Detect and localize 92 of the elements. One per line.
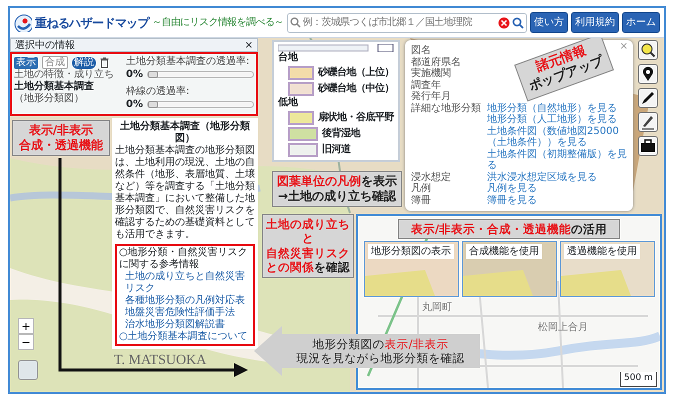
place-label: 松岡上合月 xyxy=(538,320,588,335)
callout-text: 表示/非表示・合成・透過機能 xyxy=(410,222,572,236)
popup-label: 簿冊 xyxy=(411,194,432,206)
popup-link[interactable]: 簿冊を見る xyxy=(487,194,537,206)
logo-icon xyxy=(14,14,32,32)
tool-button[interactable] xyxy=(638,88,658,108)
layer-switch-button[interactable] xyxy=(18,360,38,380)
reference-link[interactable]: ○土地分類基本調査について xyxy=(119,331,251,343)
reference-heading: ○地形分類・自然災害リスクに関する参考情報 xyxy=(119,247,249,270)
description-title: 土地分類基本調査（地形分類図） xyxy=(119,121,251,144)
popup-link[interactable]: 土地条件図（初期整備版）を見る xyxy=(487,148,627,172)
reference-link[interactable]: 地盤災害危険性評価手法 xyxy=(119,307,251,319)
layer-subname: （地形分類図） xyxy=(14,93,85,105)
callout-text: →土地の成り立ち確認 xyxy=(278,189,396,203)
clear-icon xyxy=(498,16,510,28)
slider-reading: 0% xyxy=(126,98,143,112)
composite-button[interactable]: 合成 xyxy=(42,56,68,69)
popup-label: 凡例 xyxy=(411,183,432,194)
description-text: 土地分類基本調査の地形分類図は、土地利用の現況、土地の自然条件（地形、表層地質、土壌など）等を調査する「土地分類基本調査」において整備した地形分類図で、自然災害リスクを確認するための基礎資料としても活用できます。 xyxy=(115,145,255,241)
popup-label: 都道府県名 xyxy=(411,56,462,68)
nav-button[interactable]: 使い方 xyxy=(530,12,568,33)
info-badge[interactable]: 解説 xyxy=(72,56,96,68)
popup-label: 浸水想定 xyxy=(411,172,452,183)
callout-text: 合成・透過機能 xyxy=(19,138,103,152)
tool-button[interactable] xyxy=(638,64,658,84)
popup-label: 詳細な地形分類 xyxy=(411,102,482,116)
pen-icon xyxy=(640,114,656,130)
callout-text: 土地の成り立ちと xyxy=(266,217,350,246)
popup-label: 図名 xyxy=(411,45,432,56)
scale-bar: 500 m xyxy=(620,372,657,386)
tool-button[interactable] xyxy=(638,40,658,60)
thumbnail-label: 合成機能を使用 xyxy=(466,244,542,259)
close-button[interactable]: × xyxy=(244,38,253,52)
callout-text: 地形分類図の xyxy=(312,336,385,351)
slider-thumb[interactable] xyxy=(148,101,158,108)
visible-badge[interactable]: 表示 xyxy=(14,56,38,68)
reference-link[interactable]: 治水地形分類図解説書 xyxy=(119,319,251,331)
popup-label: 発行年月 xyxy=(411,91,452,102)
reference-link[interactable]: 土地の成り立ちと自然災害リスク xyxy=(119,271,251,295)
trash-icon xyxy=(100,57,109,68)
slider-thumb[interactable] xyxy=(148,71,158,78)
callout-text: 図葉単位の凡例 xyxy=(277,174,361,188)
legend-heading: 低地 xyxy=(278,97,299,109)
layer-name: 土地分類基本調査 xyxy=(14,81,95,92)
callout-text: 表示/非表示 xyxy=(28,123,94,137)
callout-text: 現況を見ながら地形分類を確認 xyxy=(296,351,464,365)
layer-category: 土地の特徴・成り立ち xyxy=(14,69,115,80)
place-label: 丸岡町 xyxy=(422,300,452,315)
search-icon xyxy=(512,16,524,28)
legend-heading: 台地 xyxy=(278,52,299,64)
popup-link[interactable]: 土地条件図（数値地図25000（土地条件））を見る xyxy=(487,126,627,148)
slider-track[interactable] xyxy=(146,71,254,78)
tool-button[interactable] xyxy=(638,112,658,132)
map-place-label: T. MATSUOKA xyxy=(114,354,206,368)
legend-label: 後背湿地 xyxy=(322,126,360,141)
legend-label: 扇状地・谷底平野 xyxy=(318,110,394,125)
search-field[interactable]: 例：茨城県つくば市北郷１／国土地理院 xyxy=(286,12,527,32)
slider-track[interactable] xyxy=(146,101,254,108)
popup-link[interactable]: 凡例を見る xyxy=(487,183,537,194)
app-title: 重ねるハザードマップ xyxy=(35,14,150,32)
tool-button[interactable] xyxy=(638,136,658,156)
slider-reading: 0% xyxy=(126,68,143,82)
toolbox-icon xyxy=(640,138,656,154)
popup-label: 調査年 xyxy=(411,80,442,91)
popup-link[interactable]: 地形分類（人工地形）を見る xyxy=(487,114,627,126)
hazard-search-icon xyxy=(640,42,656,58)
zoom-button[interactable]: − xyxy=(18,334,34,350)
map-pin-icon xyxy=(640,66,656,82)
legend-label: 砂礫台地（中位） xyxy=(318,82,394,96)
popup-link[interactable]: 地形分類（自然地形）を見る xyxy=(487,102,627,114)
callout-text: との関係 xyxy=(266,260,314,274)
callout-text: を確認 xyxy=(314,260,350,274)
callout-text: を表示 xyxy=(361,174,397,188)
panel-title: 選択中の情報 xyxy=(15,38,75,52)
slider-label: 土地分類基本調査の透過率: xyxy=(126,56,250,67)
thumbnail-label: 地形分類図の表示 xyxy=(368,244,454,259)
callout-text: 表示/非表示 xyxy=(384,336,448,351)
legend-label: 旧河道 xyxy=(322,142,350,157)
callout-text: の活用 xyxy=(571,222,608,236)
popup-link[interactable]: 洪水浸水想定区域を見る xyxy=(487,172,597,183)
slider-label: 枠線の透過率: xyxy=(126,86,190,97)
callout-text: 自然災害リスク xyxy=(266,246,350,260)
app-subtitle: ～自由にリスク情報を調べる～ xyxy=(152,16,284,30)
nav-button[interactable]: ホーム xyxy=(622,12,660,33)
legend-label: 砂礫台地（上位） xyxy=(318,66,394,80)
zoom-button[interactable]: + xyxy=(18,318,34,334)
reference-link[interactable]: 各種地形分類の凡例対応表 xyxy=(119,295,251,307)
search-icon xyxy=(290,17,301,28)
nav-button[interactable]: 利用規約 xyxy=(571,12,619,33)
popup-label: 実施機関 xyxy=(411,68,451,80)
thumbnail-label: 透過機能を使用 xyxy=(564,244,640,259)
pencil-icon xyxy=(640,90,656,106)
